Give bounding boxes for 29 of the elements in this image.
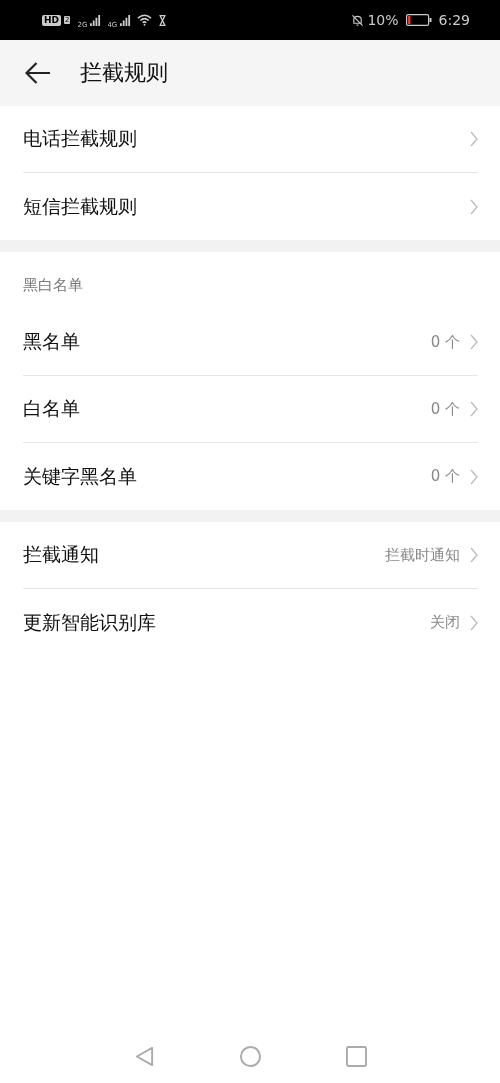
- recents-icon[interactable]: [345, 1046, 367, 1067]
- settings-row[interactable]: 更新智能识别库 关闭: [23, 589, 478, 656]
- settings-row[interactable]: 黑名单 0 个: [23, 309, 478, 376]
- battery-icon: [405, 14, 432, 26]
- signal-icon: [120, 14, 132, 26]
- hd-badge: HD: [42, 14, 61, 26]
- page-title: 拦截规则: [80, 59, 168, 87]
- wifi-icon: [137, 14, 153, 26]
- chevron-right-icon: [470, 547, 478, 563]
- chevron-right-icon: [470, 198, 478, 215]
- home-icon[interactable]: [239, 1046, 261, 1067]
- back-arrow-icon[interactable]: [25, 62, 51, 84]
- chevron-right-icon: [470, 401, 478, 417]
- chevron-right-icon: [470, 468, 478, 485]
- settings-row[interactable]: 关键字黑名单 0 个: [23, 443, 478, 510]
- battery-percent: 10%: [367, 12, 399, 28]
- chevron-right-icon: [470, 614, 478, 631]
- chevron-right-icon: [470, 334, 478, 350]
- clock-time: 6:29: [438, 12, 470, 28]
- settings-row[interactable]: 白名单 0 个: [23, 376, 478, 443]
- settings-row[interactable]: 短信拦截规则: [23, 173, 478, 240]
- bell-muted-icon: [351, 13, 365, 27]
- section-heading: 黑白名单: [23, 275, 84, 296]
- settings-row[interactable]: 电话拦截规则: [23, 106, 478, 173]
- settings-row[interactable]: 拦截通知 拦截时通知: [23, 522, 478, 589]
- back-icon[interactable]: [133, 1046, 155, 1067]
- signal-icon: [90, 14, 102, 26]
- hourglass-icon: [159, 14, 167, 26]
- chevron-right-icon: [470, 131, 478, 147]
